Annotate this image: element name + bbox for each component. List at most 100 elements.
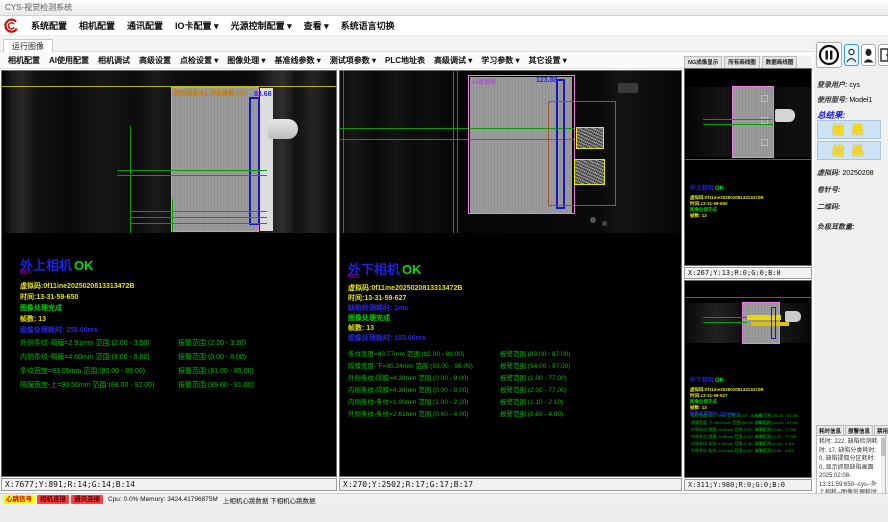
login-user-button[interactable] (844, 44, 859, 66)
machine-part (590, 217, 596, 223)
info-scrollbar[interactable] (881, 436, 885, 500)
camera-image-upper[interactable]: 固定阈值:93, 动态阈值:100 83.68 (2, 71, 336, 233)
edge-line-green (343, 71, 344, 233)
measure-line-green (172, 199, 173, 232)
toolbar-item[interactable]: PLC地址表 (385, 55, 425, 66)
roi-box-brown (548, 101, 616, 206)
toolbar-item[interactable]: 图像处理 ▾ (227, 55, 265, 66)
pixel-readout-lower: X:270;Y:2502;R:17;G:17;B:17 (339, 478, 682, 491)
ng-image-panel-upper[interactable]: 外上相机OK 虚拟码:0f11ine2025020813313472B 时间:1… (684, 68, 812, 266)
camera-image-lower[interactable]: AI检测框 123.88 (340, 71, 681, 233)
pause-icon (818, 44, 840, 66)
time-line: 时间:13-31-59-627 (348, 293, 406, 303)
user-dark-button[interactable] (861, 44, 876, 66)
ng-image-panel-lower[interactable]: 外下相机OK 虚拟码:0f11ine2025020813313472B 时间:1… (684, 280, 812, 478)
needle-number-field: 卷针号: (817, 185, 840, 195)
measure-line-green (117, 170, 267, 171)
measure-line-green (117, 175, 267, 176)
highlight-label-yellow (751, 322, 789, 326)
defect-box-yellow (576, 127, 604, 149)
measurement-row: 条纹宽度=83.77mm 范围:(82.00 - 88.00)报警范围:(83.… (340, 348, 681, 360)
electrode-tab (785, 311, 801, 322)
electrode-tab (268, 119, 298, 139)
edge-line-green (457, 71, 458, 233)
menu-item[interactable]: 系统配置 (31, 19, 67, 32)
camera-heartbeat-readout: 上相机心跳数据 下相机心跳数据 (223, 495, 316, 505)
measurement-row: 隔膜宽度-上=90.56mm 范围:(88.00 - 92.00)报警范围:(8… (2, 380, 336, 394)
defect-box-yellow (761, 139, 768, 146)
user-icon (846, 48, 857, 63)
ng-image-upper[interactable] (685, 83, 811, 173)
exit-door-icon (880, 48, 888, 62)
measure-value-label: 123.88 (536, 77, 557, 84)
menu-item[interactable]: IO卡配置 ▾ (175, 19, 219, 32)
camera-sub-label: NG:0 (20, 270, 32, 276)
pause-button[interactable] (816, 42, 842, 68)
measure-line-green (130, 217, 267, 218)
tab-run-image[interactable]: 运行图像 (3, 39, 53, 53)
ai-box-label: AI检测框 (472, 77, 496, 86)
toolbar-item[interactable]: 学习参数 ▾ (481, 55, 519, 66)
toolbar-item[interactable]: 高级调试 ▾ (434, 55, 472, 66)
measurement-row: 外侧条纹-隔膜=4.38mm 范围:(0.00 - 9.00)报警范围:(2.0… (685, 427, 813, 434)
defect-box-yellow (761, 95, 768, 102)
measure-line-green (685, 159, 811, 160)
measure-box-blue (771, 307, 776, 339)
measurement-row: 外侧条纹-条纹=2.61mm 范围:(0.60 - 4.00)报警范围:(0.6… (685, 448, 813, 455)
menu-item[interactable]: 系统语言切换 (341, 19, 395, 32)
menu-item[interactable]: 相机配置 (79, 19, 115, 32)
footer-area (0, 505, 888, 522)
status-badge: 心跳信号 (3, 495, 35, 504)
mini-tab[interactable]: 所有画线图 (724, 56, 760, 68)
measurement-row: 外侧条纹-隔膜=2.91mm 范围:(2.00 - 3.50)报警范围:(2.2… (2, 338, 336, 352)
menu-item[interactable]: 通讯配置 (127, 19, 163, 32)
ng-image-lower[interactable] (685, 295, 811, 355)
result-badge-lower: 结 果 (817, 141, 881, 160)
measure-line-green (130, 211, 267, 212)
sidebar: 登录用户:cys 使用型号:Model1 总结果: 结 果 结 果 虚拟码:20… (814, 40, 888, 505)
menu-item[interactable]: 查看 ▾ (304, 19, 329, 32)
measurement-row: 内侧条纹-隔膜=4.38mm 范围:(0.00 - 9.00)报警范围:(2.0… (340, 384, 681, 396)
measurement-row: 内侧条纹-隔膜=4.38mm 范围:(0.00 - 9.00)报警范围:(2.0… (685, 434, 813, 441)
info-log-box[interactable]: 耗时: 222, 缺陷检测耗时: 17, 缺陷分类耗时: 0, 缺陷提取分区耗时… (816, 435, 886, 501)
measurement-row: 隔膜宽度-下=95.24mm 范围:(93.00 - 98.00)报警范围:(9… (685, 420, 813, 427)
toolbar-item[interactable]: 其它设置 ▾ (529, 55, 567, 66)
exit-button[interactable] (878, 44, 888, 66)
menu-item[interactable]: 光源控制配置 ▾ (231, 19, 292, 32)
toolbar-item[interactable]: 高级设置 (139, 55, 171, 66)
measure-box-blue (249, 97, 260, 225)
camera-panel-upper[interactable]: 固定阈值:93, 动态阈值:100 83.68 外上相机OK NG:0 虚拟码:… (1, 70, 337, 477)
mini-view-tabs: NG成像显示所有画线图数据画线图 (684, 56, 812, 68)
toolbar-item[interactable]: 测试项参数 ▾ (330, 55, 376, 66)
measurement-row: 内侧条纹-隔膜=4.60mm 范围:(3.00 - 6.00)报警范围:(0.0… (2, 352, 336, 366)
toolbar-item[interactable]: 基准线参数 ▾ (275, 55, 321, 66)
toolbar-item[interactable]: 点检设置 ▾ (180, 55, 218, 66)
toolbar-item[interactable]: 相机调试 (98, 55, 130, 66)
elapsed-line: 图像处理耗时: 183.00ms (348, 333, 426, 343)
threshold-label: 固定阈值:93, 动态阈值:100 (174, 88, 246, 97)
measurement-list: 外侧条纹-隔膜=2.91mm 范围:(2.00 - 3.50)报警范围:(2.2… (2, 338, 336, 394)
measure-line-green (130, 223, 267, 224)
mini-tab[interactable]: 数据画线图 (762, 56, 798, 68)
model-field: 使用型号:Model1 (817, 95, 872, 105)
measurement-row: 条纹宽度=83.05mm 范围:(80.00 - 86.00)报警范围:(81.… (2, 366, 336, 380)
camera-panel-lower[interactable]: AI检测框 123.88 外下相机OK NG:0 虚拟码:0f11ine2025… (339, 70, 682, 477)
window-titlebar[interactable]: CYS-视觉检测系统 (0, 0, 888, 16)
measure-value-label: 83.68 (254, 91, 272, 98)
measure-line-green (703, 124, 773, 125)
status-badge: 通讯连接 (71, 495, 103, 504)
measure-line-green (685, 297, 811, 298)
status-badge: 相机连接 (37, 495, 69, 504)
toolbar-item[interactable]: 相机配置 (8, 55, 40, 66)
toolbar-item[interactable]: AI使用配置 (49, 55, 89, 66)
login-user-field: 登录用户:cys (817, 80, 860, 90)
menu-bar: 系统配置相机配置通讯配置 IO卡配置 ▾ 光源控制配置 ▾ 查看 ▾ 系统语言切换 (0, 16, 888, 36)
mini-tab[interactable]: NG成像显示 (684, 56, 722, 68)
mini-result-text: 外上相机OK 虚拟码:0f11ine2025020813313472B 时间:1… (690, 177, 764, 219)
measurement-row: 隔膜宽度-下=95.24mm 范围:(93.00 - 98.00)报警范围:(9… (340, 360, 681, 372)
mini-result-text: 外下相机OK 虚拟码:0f11ine2025020813313472B 时间:1… (690, 369, 764, 417)
window-title: CYS-视觉检测系统 (5, 3, 72, 12)
frame-count-line: 帧数: 13 (348, 323, 374, 333)
virtual-code-field: 虚拟码:20250208 (817, 168, 874, 178)
edge-line-green (453, 71, 454, 233)
